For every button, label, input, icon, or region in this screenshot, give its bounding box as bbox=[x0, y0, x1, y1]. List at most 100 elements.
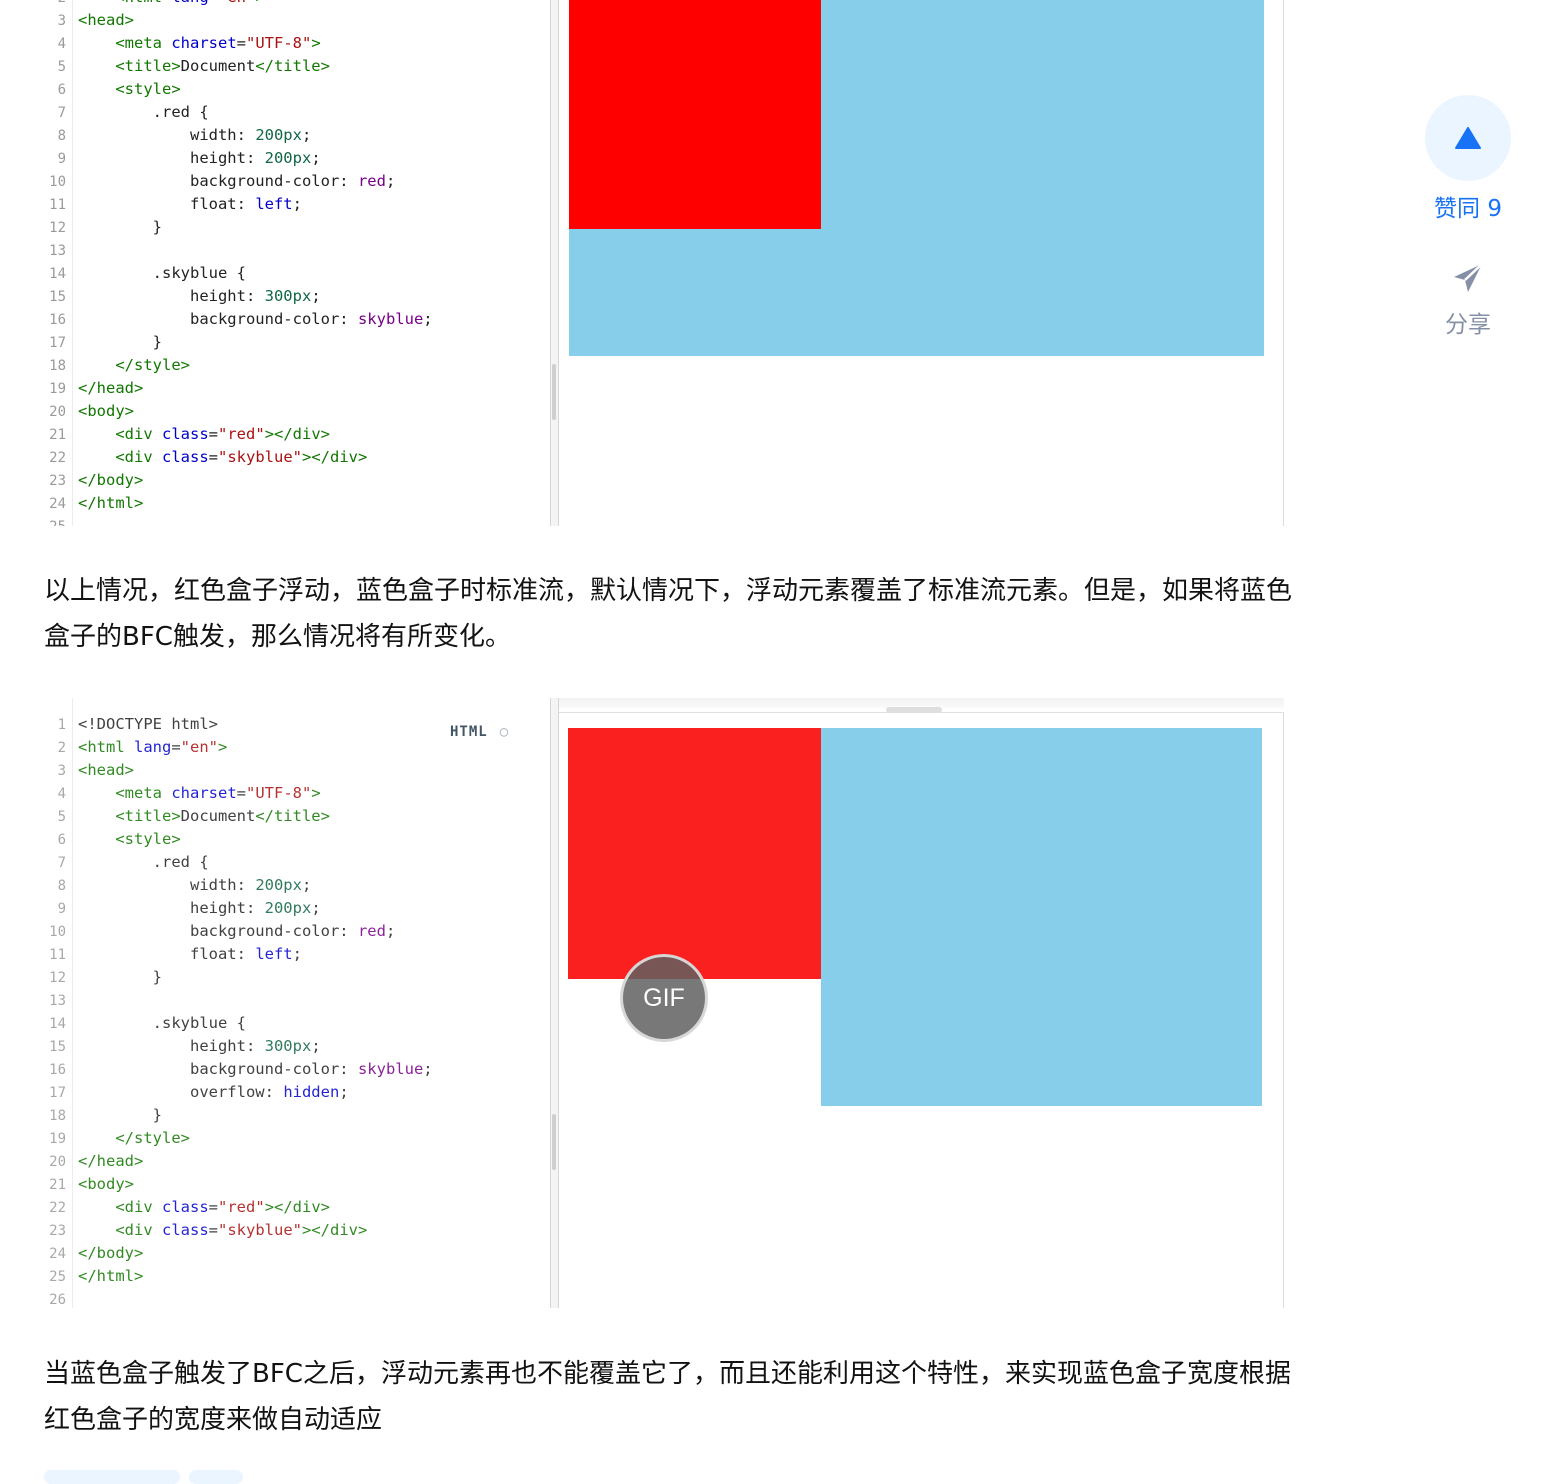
code-token: ; bbox=[339, 1083, 349, 1101]
code-token: width: bbox=[78, 876, 256, 894]
code-line: 5 <title>Document</title> bbox=[44, 805, 330, 828]
code-token: hidden bbox=[283, 1083, 340, 1101]
code-token: > bbox=[311, 34, 321, 52]
code-token: charset bbox=[171, 784, 237, 802]
code-token: </title> bbox=[255, 57, 330, 75]
line-number: 13 bbox=[49, 243, 66, 259]
code-token: "UTF-8" bbox=[246, 34, 312, 52]
line-number: 23 bbox=[49, 1223, 66, 1239]
code-line: 21 <div class="red"></div> bbox=[44, 423, 330, 446]
code-token: .skyblue { bbox=[78, 1014, 246, 1032]
code-line: 16 background-color: skyblue; bbox=[44, 308, 433, 331]
code-token: "red" bbox=[218, 1198, 265, 1216]
line-number: 3 bbox=[57, 763, 66, 779]
code-token: charset bbox=[171, 34, 237, 52]
code-token: ; bbox=[292, 195, 302, 213]
code-token: </title> bbox=[255, 807, 330, 825]
line-number: 12 bbox=[49, 970, 66, 986]
line-number: 16 bbox=[49, 1062, 66, 1078]
code-line: 25 </html> bbox=[44, 1265, 143, 1288]
line-number: 12 bbox=[49, 220, 66, 236]
preview-resize-grip bbox=[886, 707, 942, 713]
topic-tag[interactable] bbox=[189, 1470, 243, 1484]
code-token: ; bbox=[301, 126, 312, 144]
topic-tag[interactable] bbox=[44, 1470, 180, 1484]
code-token: = bbox=[208, 1198, 219, 1216]
code-token: width: bbox=[78, 126, 256, 144]
pane-splitter bbox=[550, 0, 559, 526]
gif-play-badge[interactable]: GIF bbox=[620, 954, 708, 1042]
code-token: "UTF-8" bbox=[246, 784, 312, 802]
line-number: 8 bbox=[57, 878, 66, 894]
code-token: .red { bbox=[78, 853, 209, 871]
code-line: 1 <!DOCTYPE html> bbox=[44, 713, 218, 736]
code-token: float: bbox=[78, 195, 256, 213]
code-token: } bbox=[78, 218, 162, 236]
code-token: <div bbox=[115, 1221, 162, 1239]
code-token: } bbox=[78, 968, 162, 986]
code-token: background-color: bbox=[78, 310, 358, 328]
line-number: 24 bbox=[49, 496, 66, 512]
pane-splitter bbox=[550, 698, 559, 1308]
code-editor: 2 <html lang="en"> 3 <head> 4 <meta charset… bbox=[44, 0, 550, 526]
code-token: height: bbox=[78, 149, 265, 167]
line-number: 4 bbox=[57, 786, 66, 802]
line-number: 7 bbox=[57, 855, 66, 871]
code-token: = bbox=[208, 448, 219, 466]
share-label[interactable]: 分享 bbox=[1400, 308, 1536, 342]
code-line: 23 </body> bbox=[44, 469, 143, 492]
code-line: 21 <body> bbox=[44, 1173, 134, 1196]
code-line: 2 <html lang="en"> bbox=[44, 736, 228, 759]
code-token: <meta bbox=[115, 34, 172, 52]
code-token: red bbox=[357, 172, 386, 190]
line-number: 17 bbox=[49, 1085, 66, 1101]
code-token: .red { bbox=[78, 103, 209, 121]
triangle-up-icon bbox=[1455, 127, 1481, 149]
code-line: 8 width: 200px; bbox=[44, 124, 312, 147]
code-line: 6 <style> bbox=[44, 78, 181, 101]
share-button[interactable] bbox=[1446, 258, 1490, 298]
line-number: 4 bbox=[57, 36, 66, 52]
code-token: ></div> bbox=[264, 1198, 331, 1216]
code-line: 17 } bbox=[44, 331, 162, 354]
line-number: 18 bbox=[49, 358, 66, 374]
code-token: "red" bbox=[218, 425, 265, 443]
code-line: 5 <title>Document</title> bbox=[44, 55, 330, 78]
code-token: <style> bbox=[115, 80, 181, 98]
code-line: 14 .skyblue { bbox=[44, 262, 246, 285]
line-number: 15 bbox=[49, 289, 66, 305]
line-number: 9 bbox=[57, 151, 66, 167]
vote-count-label[interactable]: 赞同 9 bbox=[1400, 192, 1536, 226]
line-number: 14 bbox=[49, 1016, 66, 1032]
code-token: lang bbox=[171, 0, 208, 6]
code-line: 19 </style> bbox=[44, 1127, 190, 1150]
code-token: ; bbox=[301, 876, 312, 894]
code-token: background-color: bbox=[78, 922, 358, 940]
code-token: "skyblue" bbox=[218, 1221, 303, 1239]
code-token: ; bbox=[385, 922, 396, 940]
code-token: <body> bbox=[78, 1175, 134, 1193]
code-line: 18 </style> bbox=[44, 354, 190, 377]
code-line: 16 background-color: skyblue; bbox=[44, 1058, 433, 1081]
vote-up-button[interactable] bbox=[1425, 95, 1511, 181]
line-number: 21 bbox=[49, 1177, 66, 1193]
code-line: 25 bbox=[44, 515, 78, 526]
line-number: 26 bbox=[49, 1292, 66, 1308]
red-box bbox=[568, 728, 821, 979]
line-number: 21 bbox=[49, 427, 66, 443]
code-token: = bbox=[171, 738, 181, 756]
code-line: 23 <div class="skyblue"></div> bbox=[44, 1219, 367, 1242]
code-line: 7 .red { bbox=[44, 101, 209, 124]
code-token: = bbox=[208, 425, 219, 443]
code-token: } bbox=[78, 1106, 162, 1124]
line-number: 14 bbox=[49, 266, 66, 282]
code-line: 9 height: 200px; bbox=[44, 897, 321, 920]
line-number: 19 bbox=[49, 381, 66, 397]
code-line: 19 </head> bbox=[44, 377, 143, 400]
code-token: lang bbox=[134, 738, 172, 756]
